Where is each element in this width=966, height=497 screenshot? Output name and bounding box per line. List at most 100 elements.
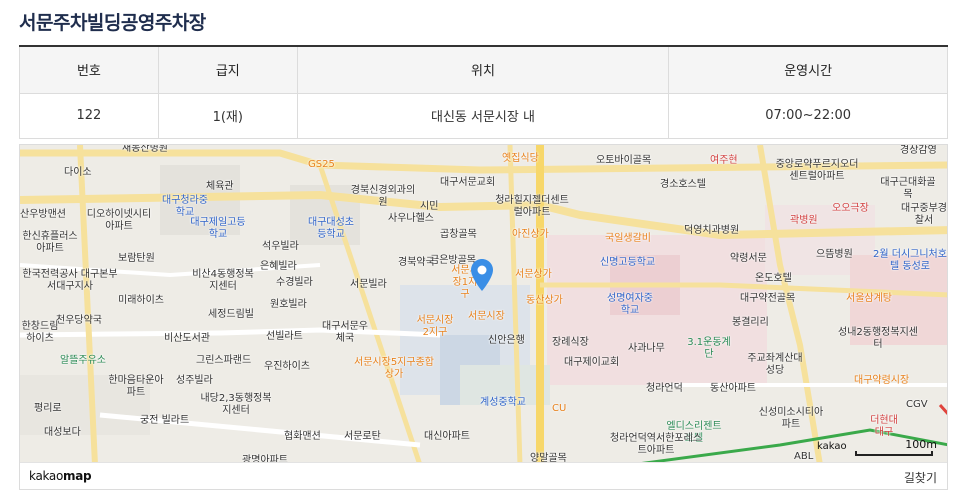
map-label: 곽병원: [790, 215, 818, 226]
map-label: 체육관: [206, 181, 234, 192]
map-label: 주교좌계산대성당: [747, 353, 803, 376]
kakaomap-logo[interactable]: kakaomap: [29, 469, 92, 483]
map-label: 은혜빌라: [260, 261, 297, 272]
map-label: 비산4동행정복지센터: [192, 269, 254, 292]
map-label: 온도호텔: [755, 273, 792, 284]
map-label: 신성미소시티아파트: [758, 407, 824, 430]
map-view[interactable]: 새동산병원 다이소 체육관 GS25 경북신경외과의원 옛집식당 오토바이골목 …: [19, 144, 948, 490]
map-label: 수경빌라: [276, 277, 313, 288]
map-label: 그린스파랜드: [196, 355, 252, 366]
map-label: 오오극장: [832, 203, 869, 214]
map-label: 한신휴플러스아파트: [22, 231, 78, 254]
map-label: 서문상가: [515, 269, 552, 280]
map-label: CU: [552, 403, 567, 414]
map-label: 우진하이츠: [264, 361, 310, 372]
map-label: 천우당약국: [56, 315, 102, 326]
map-label: 대구제일고등학교: [190, 217, 246, 240]
map-label: 3.1운동계단: [687, 337, 731, 360]
map-label: 석우빌라: [262, 241, 299, 252]
map-label: 동산아파트: [710, 383, 756, 394]
map-label: 동산상가: [526, 295, 563, 306]
map-label: 세정드림빌: [208, 309, 254, 320]
map-label: 오토바이골목: [596, 155, 652, 166]
page-title: 서문주차빌딩공영주차장: [19, 12, 206, 34]
map-label: 장례식장: [552, 337, 589, 348]
map-label: 봉결리리: [732, 317, 769, 328]
map-label: 대구약전골목: [740, 293, 796, 304]
header-grade: 급지: [157, 46, 298, 94]
cell-hours: 07:00~22:00: [668, 93, 948, 139]
map-label: 서문시장2지구: [416, 315, 454, 338]
map-label: 신안은행: [488, 335, 525, 346]
map-label: 비산도서관: [164, 333, 210, 344]
map-label: 선빌라트: [266, 331, 303, 342]
map-label: 산우방맨션: [20, 209, 66, 220]
map-label: 더현대대구: [870, 415, 898, 438]
logo-suffix: map: [63, 469, 92, 483]
map-label: 한창드림하이츠: [21, 321, 59, 344]
map-label: 곱창골목: [440, 229, 477, 240]
logo-prefix: kakao: [29, 469, 64, 483]
cell-grade: 1(재): [157, 93, 298, 139]
header-location: 위치: [296, 46, 669, 94]
map-label: 대성보다: [44, 427, 81, 438]
parking-info-table: 번호 급지 위치 운영시간 122 1(재) 대신동 서문시장 내 07:00~…: [19, 45, 948, 139]
cell-location: 대신동 서문시장 내: [296, 93, 669, 139]
map-label: 청라언덕: [646, 383, 683, 394]
map-label: 사우나헬스: [388, 213, 434, 224]
map-label: 계성중학교: [480, 397, 526, 408]
map-label: 시민: [420, 201, 439, 212]
map-label: 궁전 빌라트: [140, 415, 190, 426]
header-hours: 운영시간: [668, 46, 948, 94]
map-label: 미래하이츠: [118, 295, 164, 306]
map-label: 대구서문우체국: [322, 321, 368, 344]
map-label: 경상감영: [900, 145, 937, 156]
map-label: 대구중부경찰서: [901, 203, 947, 226]
map-label: 아진상가: [512, 229, 549, 240]
map-label: 경북신경외과의원: [350, 185, 416, 208]
map-label: 서문시장5지구종합상가: [354, 357, 434, 380]
map-label: 대구제이교회: [564, 357, 620, 368]
location-pin-icon[interactable]: [471, 259, 493, 291]
map-label: 옛집식당: [502, 153, 539, 164]
map-label: 경북약국: [398, 257, 435, 268]
map-label: 대구청라중학교: [162, 195, 208, 218]
table-header-row: 번호 급지 위치 운영시간: [19, 46, 948, 94]
scale-label: 100m: [905, 438, 937, 451]
map-label: 성명여자중학교: [607, 293, 653, 316]
map-scale: kakao 100m: [817, 438, 937, 458]
route-button[interactable]: 길찾기: [904, 469, 937, 486]
map-label: 다이소: [64, 167, 92, 178]
scale-brand: kakao: [817, 441, 847, 452]
map-label: 성주빌라: [176, 375, 213, 386]
map-label: 덕영치과병원: [684, 225, 740, 236]
map-label: 대구서문교회: [440, 177, 496, 188]
map-label: 성내2동행정복지센터: [838, 327, 918, 350]
map-label: 국일생갈비: [605, 233, 651, 244]
map-label: 대신아파트: [424, 431, 470, 442]
map-label: 서문로탄: [344, 431, 381, 442]
cell-number: 122: [19, 93, 159, 139]
map-label: 경소호스텔: [660, 179, 706, 190]
map-label: 내당2,3동행정복지센터: [200, 393, 272, 416]
map-label: 대구근대화골목: [880, 177, 936, 200]
map-label: 한마음타운아파트: [108, 375, 164, 398]
map-label: 원호빌라: [270, 299, 307, 310]
table-row: 122 1(재) 대신동 서문시장 내 07:00~22:00: [19, 93, 948, 139]
map-label: 한국전력공사 대구본부 서대구지사: [22, 269, 118, 292]
map-label: CGV: [906, 399, 928, 410]
map-label: 중앙로약푸르지오더센트럴아파트: [775, 159, 859, 182]
map-label: 사과나무: [628, 343, 665, 354]
map-footer: kakaomap 길찾기: [20, 462, 947, 489]
map-label: 대구약령시장: [854, 375, 910, 386]
map-label: 신명고등학교: [600, 257, 656, 268]
map-label: 으뜸병원: [816, 249, 853, 260]
map-label: 협화맨션: [284, 431, 321, 442]
map-label: 약령서문: [730, 253, 767, 264]
map-label: 2월 더시그니처호텔 동성로: [873, 249, 947, 272]
map-label: 서문빌라: [350, 279, 387, 290]
scale-bar: [855, 451, 933, 456]
map-label: 서문시장: [468, 311, 505, 322]
header-number: 번호: [19, 46, 159, 94]
map-label: 디오하이넷시티아파트: [86, 209, 152, 232]
